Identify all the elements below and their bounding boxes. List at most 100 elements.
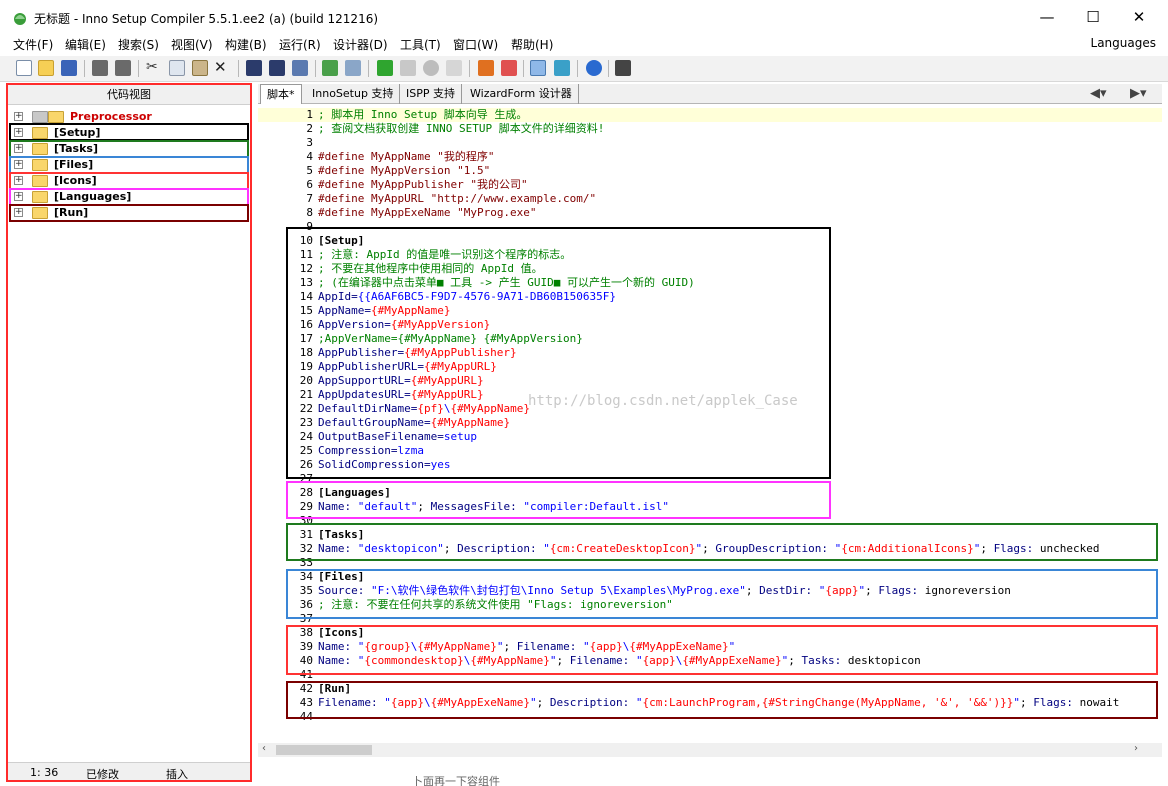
menu-help[interactable]: 帮助(H) [511,36,553,53]
find-icon[interactable] [246,60,262,76]
toolbar-separator [138,60,139,77]
code-token: "http://www.example.com/" [430,192,597,205]
toolbar: ✂ ✕ [0,56,1168,82]
menu-bar: 文件(F) 编辑(E) 搜索(S) 视图(V) 构建(B) 运行(R) 设计器(… [0,34,1168,54]
toolbar-separator [577,60,578,77]
menu-edit[interactable]: 编辑(E) [65,36,106,53]
partial-background-text: 卜面再一下容组件 [412,775,500,786]
cut-icon[interactable]: ✂ [146,60,162,76]
paste-icon[interactable] [192,60,208,76]
menu-window[interactable]: 窗口(W) [453,36,498,53]
status-bar: 1: 36 已修改 插入 [8,762,250,781]
insert-mode-status: 插入 [166,768,188,781]
code-token: ; 查阅文档获取创建 INNO SETUP 脚本文件的详细资料! [318,122,605,135]
folder-icon [48,111,64,123]
pause-icon[interactable] [400,60,416,76]
code-tree-icon[interactable] [530,60,546,76]
code-token: #define [318,150,371,163]
files-section-box [286,569,1158,619]
redo-icon[interactable] [115,60,131,76]
code-token: "MyProg.exe" [457,206,537,219]
code-editor[interactable]: 1 ; 脚本用 Inno Setup 脚本向导 生成。 2 ; 查阅文档获取创建 IN… [258,105,1162,743]
line-number: 3 [306,136,313,149]
code-text: #define MyAppName "我的程序" [318,150,494,164]
copy-icon[interactable] [169,60,185,76]
code-text: #define MyAppExeName "MyProg.exe" [318,206,537,220]
line-number: 1 [306,108,313,121]
horizontal-scrollbar[interactable]: ‹ › [258,743,1162,757]
code-token: MyAppExeName [370,206,458,219]
code-line[interactable]: 6 #define MyAppPublisher "我的公司" [258,178,1162,192]
minimize-button[interactable]: — [1024,4,1070,30]
back-arrow-icon[interactable]: ◀▾ [1090,86,1107,101]
languages-section-box [286,481,831,519]
menu-languages[interactable]: Languages [1091,36,1156,50]
wizard-icon[interactable] [478,60,494,76]
tab-innosetup-support[interactable]: InnoSetup 支持 [306,84,401,104]
code-line[interactable]: 4 #define MyAppName "我的程序" [258,150,1162,164]
menu-search[interactable]: 搜索(S) [118,36,159,53]
delete-icon[interactable]: ✕ [214,60,230,76]
refresh-icon[interactable] [554,60,570,76]
code-token: MyAppVersion [370,164,458,177]
toolbar-separator [523,60,524,77]
line-number: 5 [306,164,313,177]
find-next-icon[interactable] [269,60,285,76]
menu-run[interactable]: 运行(R) [279,36,321,53]
menu-view[interactable]: 视图(V) [171,36,213,53]
tasks-section-box [286,523,1158,561]
save-icon[interactable] [61,60,77,76]
close-button[interactable]: ✕ [1116,4,1162,30]
stop-compile-icon[interactable] [345,60,361,76]
run-icon[interactable] [377,60,393,76]
tree-item-label: Preprocessor [70,110,152,123]
toolbar-separator [469,60,470,77]
scroll-left-icon[interactable]: ‹ [262,743,266,754]
maximize-button[interactable]: ☐ [1070,4,1116,30]
code-line[interactable]: 7 #define MyAppURL "http://www.example.co… [258,192,1162,206]
scroll-thumb[interactable] [276,745,372,755]
new-file-icon[interactable] [16,60,32,76]
icons-section-box [286,625,1158,675]
scroll-right-icon[interactable]: › [1134,743,1138,754]
tab-ispp-support[interactable]: ISPP 支持 [400,84,462,104]
code-text: #define MyAppPublisher "我的公司" [318,178,528,192]
expand-icon[interactable]: + [14,112,23,121]
toolbar-separator [315,60,316,77]
code-line[interactable]: 3 [258,136,1162,150]
tab-script[interactable]: 脚本* [260,84,302,104]
menu-build[interactable]: 构建(B) [225,36,267,53]
code-token: MyAppPublisher [370,178,471,191]
code-line[interactable]: 8 #define MyAppExeName "MyProg.exe" [258,206,1162,220]
help-icon[interactable] [586,60,602,76]
tab-wizardform-designer[interactable]: WizardForm 设计器 [464,84,579,104]
toolbar-separator [608,60,609,77]
code-text: ; 查阅文档获取创建 INNO SETUP 脚本文件的详细资料! [318,122,604,136]
run-highlight-box [9,204,249,222]
code-text: #define MyAppVersion "1.5" [318,164,490,178]
setup-section-box [286,227,831,479]
code-token: "我的程序" [437,150,495,163]
step-icon[interactable] [446,60,462,76]
replace-icon[interactable] [292,60,308,76]
menu-designer[interactable]: 设计器(D) [333,36,388,53]
forward-arrow-icon[interactable]: ▶▾ [1130,86,1147,101]
code-token: MyAppURL [370,192,431,205]
code-token: #define [318,164,371,177]
code-line[interactable]: 2 ; 查阅文档获取创建 INNO SETUP 脚本文件的详细资料! [258,122,1162,136]
open-folder-icon[interactable] [38,60,54,76]
menu-file[interactable]: 文件(F) [13,36,53,53]
undo-icon[interactable] [92,60,108,76]
arrow-icon [32,111,48,123]
code-token: "我的公司" [470,178,528,191]
menu-tools[interactable]: 工具(T) [400,36,441,53]
code-token: #define [318,178,371,191]
code-line[interactable]: 5 #define MyAppVersion "1.5" [258,164,1162,178]
compile-icon[interactable] [322,60,338,76]
stop-icon[interactable] [423,60,439,76]
options-icon[interactable] [615,60,631,76]
toolbar-separator [238,60,239,77]
setup-highlight-box [9,123,249,141]
wizard-alt-icon[interactable] [501,60,517,76]
code-line[interactable]: 1 ; 脚本用 Inno Setup 脚本向导 生成。 [258,108,1162,122]
